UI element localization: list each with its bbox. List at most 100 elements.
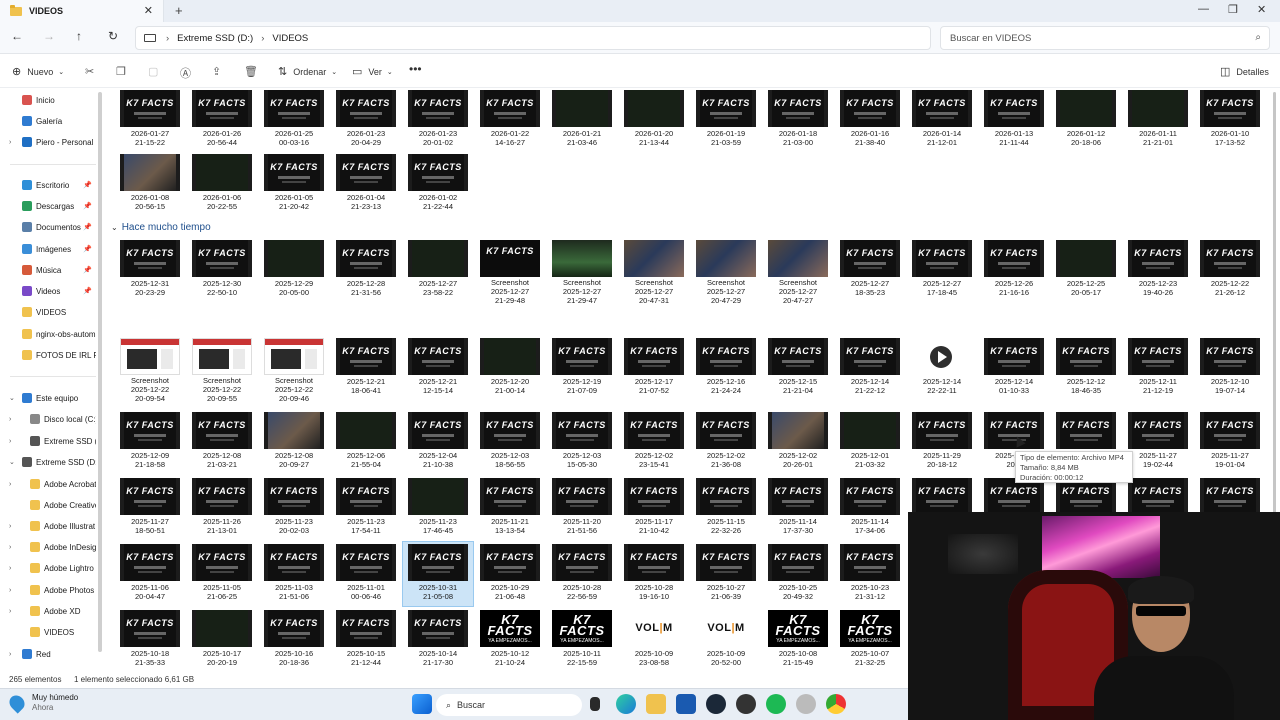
details-button[interactable]: ◫ Detalles <box>1220 65 1269 78</box>
file-item[interactable]: K7 FACTS 2025-11-20 21-51-56 <box>547 476 617 540</box>
file-item[interactable]: Screenshot 2025-12-27 20-47-29 <box>691 238 761 305</box>
file-item[interactable]: K7 FACTS 2025-12-21 12-15-14 <box>403 336 473 400</box>
file-item[interactable]: Screenshot 2025-12-27 20-47-27 <box>763 238 833 305</box>
edge-icon[interactable] <box>616 694 636 714</box>
windows-start-icon[interactable] <box>412 694 432 714</box>
file-item[interactable]: K7 FACTS 2025-11-06 20-04-47 <box>115 542 185 606</box>
file-item[interactable]: 2025-12-14 22-22-11 <box>907 336 977 400</box>
navigation-pane-scrollbar[interactable] <box>98 92 102 652</box>
file-item[interactable]: K7 FACTS 2025-12-04 21-10-38 <box>403 410 473 474</box>
file-item[interactable]: 2026-01-12 20-18-06 <box>1051 88 1121 152</box>
sidebar-item[interactable]: Documentos 📌 <box>0 217 96 237</box>
chevron-right-icon[interactable]: › <box>9 139 11 146</box>
sidebar-item[interactable]: › Adobe InDesig <box>0 537 96 557</box>
file-item[interactable]: K7 FACTS 2025-12-12 18-46-35 <box>1051 336 1121 400</box>
file-item[interactable]: K7 FACTS 2025-12-27 18-35-23 <box>835 238 905 302</box>
rename-icon[interactable]: Ⓐ <box>180 65 191 81</box>
file-item[interactable]: K7 FACTS 2026-01-13 21-11-44 <box>979 88 1049 152</box>
file-item[interactable]: 2026-01-21 21-03-46 <box>547 88 617 152</box>
file-item[interactable]: K7 FACTS 2025-11-17 21-10-42 <box>619 476 689 540</box>
file-item[interactable]: 2025-12-06 21-55-04 <box>331 410 401 474</box>
steam-icon[interactable] <box>706 694 726 714</box>
search-input[interactable]: Buscar en VIDEOS ⌕ <box>940 26 1270 50</box>
file-item[interactable]: Screenshot 2025-12-22 20-09-55 <box>187 336 257 403</box>
file-item[interactable]: K7 FACTS 2025-12-19 21-07-09 <box>547 336 617 400</box>
chevron-right-icon[interactable]: › <box>9 481 11 488</box>
chevron-right-icon[interactable]: › <box>9 565 11 572</box>
file-item[interactable]: K7 FACTS 2026-01-05 21-20-42 <box>259 152 329 216</box>
sidebar-item[interactable]: ⌄ Extreme SSD (D:) <box>0 452 96 472</box>
chrome-icon[interactable] <box>826 694 846 714</box>
more-options-icon[interactable]: ••• <box>409 62 422 76</box>
file-item[interactable]: K7 FACTS 2026-01-26 20-56-44 <box>187 88 257 152</box>
file-item[interactable]: K7 FACTS 2026-01-27 21-15-22 <box>115 88 185 152</box>
copy-icon[interactable]: ❐ <box>116 65 126 78</box>
file-item[interactable]: K7 FACTS 2025-12-02 23-15-41 <box>619 410 689 474</box>
chevron-right-icon[interactable]: › <box>9 587 11 594</box>
file-item[interactable]: K7 FACTS 2025-11-21 13-13-54 <box>475 476 545 540</box>
file-item[interactable]: Screenshot 2025-12-27 20-47-31 <box>619 238 689 305</box>
file-item[interactable]: K7 FACTS 2025-12-10 19-07-14 <box>1195 336 1265 400</box>
file-item[interactable]: 2026-01-08 20-56-15 <box>115 152 185 216</box>
file-item[interactable]: K7 FACTS 2025-11-27 18-50-51 <box>115 476 185 540</box>
file-item[interactable]: VOL|M 2025-10-09 20-52-00 <box>691 608 761 672</box>
group-header[interactable]: ⌄ Hace mucho tiempo <box>111 222 211 233</box>
back-icon[interactable]: ← <box>11 29 23 43</box>
file-item[interactable]: K7 FACTS 2025-11-27 19-01-04 <box>1195 410 1265 474</box>
file-item[interactable]: 2026-01-11 21-21-01 <box>1123 88 1193 152</box>
file-item[interactable]: K7 FACTS 2026-01-23 20-01-02 <box>403 88 473 152</box>
file-item[interactable]: 2025-10-17 20-20-19 <box>187 608 257 672</box>
sidebar-item[interactable]: › Disco local (C:) <box>0 409 96 429</box>
file-item[interactable]: K7 FACTS 2026-01-10 17-13-52 <box>1195 88 1265 152</box>
file-item[interactable]: K7 FACTS 2025-11-26 21-13-01 <box>187 476 257 540</box>
file-item[interactable]: K7 FACTS 2025-11-05 21-06-25 <box>187 542 257 606</box>
pin-icon[interactable]: 📌 <box>83 181 92 189</box>
file-item[interactable]: K7 FACTS 2025-11-29 20-18-12 <box>907 410 977 474</box>
sidebar-item[interactable]: ⌄ Este equipo <box>0 388 96 408</box>
file-item[interactable]: 2026-01-20 21-13-44 <box>619 88 689 152</box>
sidebar-item[interactable]: › Adobe Illustrat <box>0 516 96 536</box>
file-item[interactable]: Screenshot 2025-12-22 20-09-54 <box>115 336 185 403</box>
file-item[interactable]: K7 FACTS 2026-01-19 21-03-59 <box>691 88 761 152</box>
sidebar-item[interactable]: nginx-obs-autom <box>0 324 96 344</box>
file-item[interactable]: K7 FACTS 2025-12-23 19-40-26 <box>1123 238 1193 302</box>
file-item[interactable]: K7 FACTS 2025-10-31 21-05-08 <box>402 541 474 607</box>
pin-icon[interactable]: 📌 <box>83 245 92 253</box>
file-item[interactable]: K7 FACTS 2026-01-04 21-23-13 <box>331 152 401 216</box>
file-item[interactable]: K7 FACTS 2025-12-14 21-22-12 <box>835 336 905 400</box>
file-item[interactable]: K7 FACTS 2026-01-18 21-03-00 <box>763 88 833 152</box>
content-scrollbar[interactable] <box>1273 92 1276 542</box>
file-item[interactable]: K7 FACTS 2025-11-14 17-37-30 <box>763 476 833 540</box>
task-view-icon[interactable] <box>590 697 600 711</box>
file-item[interactable]: K7 FACTS 2025-10-28 22-56-59 <box>547 542 617 606</box>
sidebar-item[interactable]: Música 📌 <box>0 260 96 280</box>
file-item[interactable]: K7 FACTS 2025-10-29 21-06-48 <box>475 542 545 606</box>
sidebar-item[interactable]: › Extreme SSD (D:) <box>0 431 96 451</box>
close-tab-icon[interactable]: ✕ <box>144 4 153 17</box>
file-item[interactable]: K7 FACTS 2025-12-26 21-16-16 <box>979 238 1049 302</box>
file-item[interactable]: K7 FACTS 2025-12-27 17-18-45 <box>907 238 977 302</box>
file-item[interactable]: K7 FACTS 2025-11-23 17-54-11 <box>331 476 401 540</box>
outlook-icon[interactable] <box>676 694 696 714</box>
spotify-icon[interactable] <box>766 694 786 714</box>
file-item[interactable]: K7 FACTS 2025-12-17 21-07-52 <box>619 336 689 400</box>
cut-icon[interactable]: ✂ <box>85 65 94 78</box>
file-item[interactable]: K7 FACTS 2025-12-03 18-56-55 <box>475 410 545 474</box>
weather-widget[interactable]: Muy húmedo Ahora <box>6 692 78 714</box>
file-item[interactable]: K7 FACTS 2025-12-21 18-06-41 <box>331 336 401 400</box>
file-item[interactable]: K7 FACTS 2025-10-14 21-17-30 <box>403 608 473 672</box>
delete-icon[interactable]: 🗑 <box>244 65 258 78</box>
up-icon[interactable]: ↑ <box>76 29 82 43</box>
chevron-right-icon[interactable]: › <box>9 608 11 615</box>
file-item[interactable]: 2025-12-29 20-05-00 <box>259 238 329 302</box>
sort-button[interactable]: ⇅ Ordenar ⌄ <box>278 65 337 78</box>
file-item[interactable]: VOL|M 2025-10-09 23-08-58 <box>619 608 689 672</box>
file-item[interactable]: K7 FACTS 2025-12-15 21-21-04 <box>763 336 833 400</box>
file-item[interactable]: K7 FACTS 2025-11-14 17-34-06 <box>835 476 905 540</box>
tab-videos[interactable]: VIDEOS ✕ <box>0 0 164 22</box>
file-item[interactable]: K7 FACTS YA EMPEZAMOS... 2025-10-11 22-15-59 <box>547 608 617 672</box>
sidebar-item[interactable]: › Red <box>0 644 96 664</box>
settings-icon[interactable] <box>796 694 816 714</box>
file-item[interactable]: K7 FACTS 2025-11-03 21-51-06 <box>259 542 329 606</box>
sidebar-item[interactable]: › Adobe Photos <box>0 580 96 600</box>
